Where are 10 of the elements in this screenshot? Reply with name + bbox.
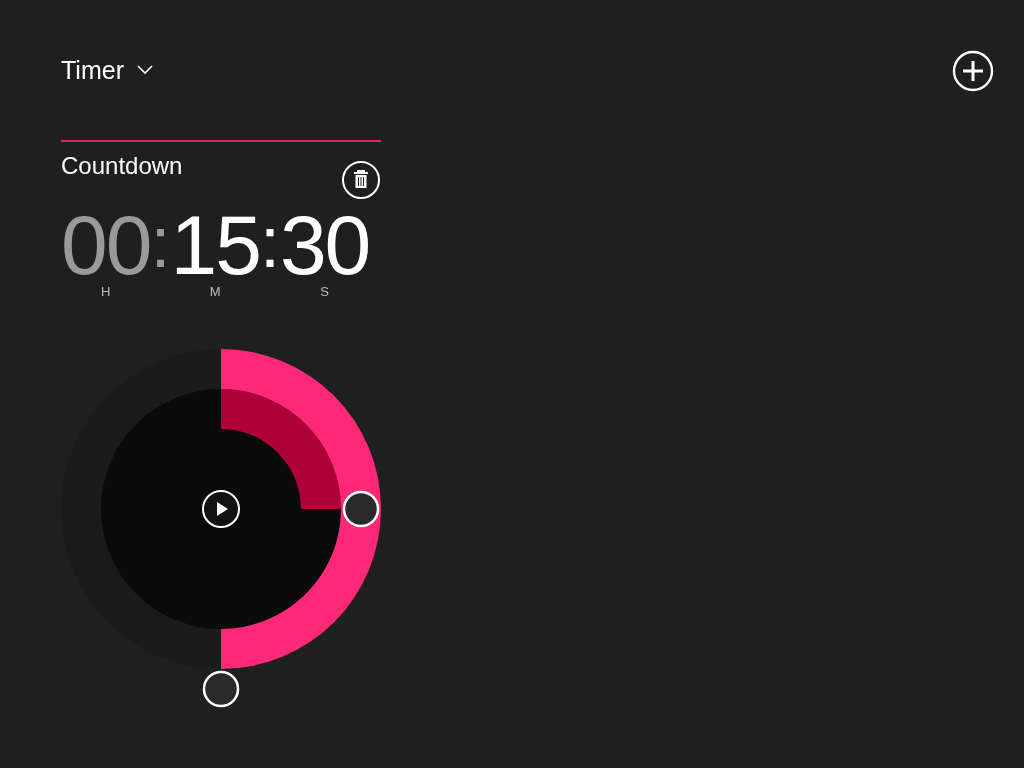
timer-menu-button[interactable]: Timer [61, 55, 154, 85]
chevron-down-icon [135, 64, 154, 76]
time-separator: : [150, 202, 171, 282]
add-icon[interactable] [952, 50, 994, 92]
delete-icon[interactable] [341, 160, 381, 200]
play-button[interactable] [202, 490, 240, 528]
dial-handle[interactable] [202, 670, 240, 708]
time-separator: : [259, 202, 280, 282]
dial-handle[interactable] [342, 490, 380, 528]
timer-name: Countdown [61, 152, 183, 180]
